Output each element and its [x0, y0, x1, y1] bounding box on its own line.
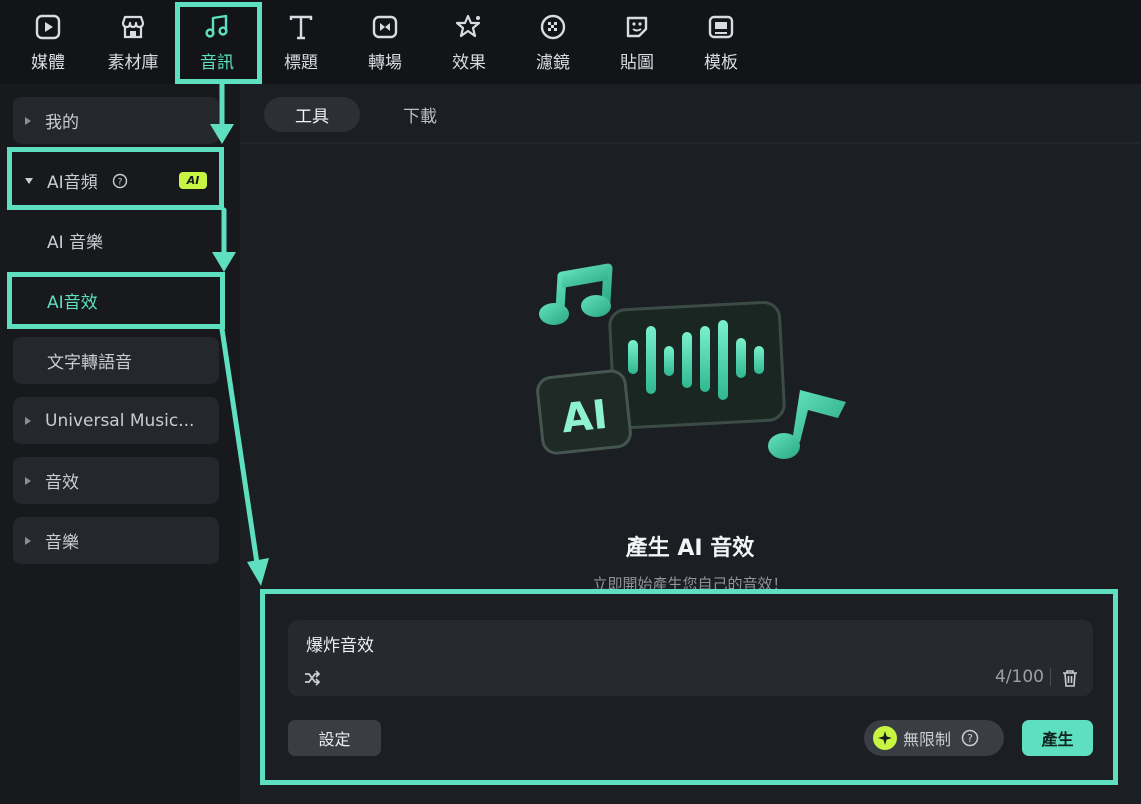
- sidebar-item-ai-music[interactable]: AI 音樂: [13, 217, 219, 264]
- sidebar-item-mine[interactable]: 我的: [13, 97, 219, 144]
- transition-icon: [370, 12, 400, 42]
- sidebar-item-label: 文字轉語音: [47, 353, 132, 373]
- svg-text:?: ?: [117, 177, 122, 187]
- help-icon[interactable]: ?: [961, 729, 979, 747]
- sidebar-item-ai-audio[interactable]: AI音頻 ? AI: [13, 157, 219, 204]
- tab-label: 工具: [295, 107, 329, 127]
- ai-badge: AI: [179, 172, 207, 189]
- sidebar-item-label: 我的: [45, 113, 79, 133]
- page-subtitle: 立即開始產生您自己的音效！: [592, 575, 788, 591]
- ai-sfx-illustration: AI: [530, 262, 852, 468]
- filter-icon: [538, 12, 568, 42]
- tab-label: 下載: [403, 107, 437, 127]
- shuffle-icon[interactable]: [302, 668, 322, 688]
- waveform-card: [608, 300, 786, 430]
- toolbar-label: 濾鏡: [536, 53, 570, 73]
- tab-tools[interactable]: 工具: [264, 97, 360, 132]
- caret-right-icon: [25, 476, 31, 485]
- sidebar-item-label: AI音頻: [47, 173, 98, 193]
- effects-star-icon: [454, 12, 484, 42]
- top-toolbar: 媒體 素材庫 音訊 標題 轉場 效果 濾鏡 貼圖 模板: [0, 0, 1141, 84]
- toolbar-item-effects[interactable]: 效果: [448, 0, 490, 84]
- toolbar-label: 轉場: [368, 53, 402, 73]
- sidebar-item-label: 音效: [45, 473, 79, 493]
- sidebar-item-label: 音樂: [45, 533, 79, 553]
- prompt-input[interactable]: 爆炸音效: [306, 631, 374, 656]
- divider: [240, 142, 1141, 144]
- sidebar-item-label: Universal Music...: [45, 410, 195, 431]
- music-note-icon: [202, 12, 232, 42]
- sidebar-item-ai-sfx[interactable]: AI音效: [13, 277, 219, 324]
- sidebar-item-sound-effects[interactable]: 音效: [13, 457, 219, 504]
- sticker-icon: [622, 12, 652, 42]
- toolbar-item-stickers[interactable]: 貼圖: [616, 0, 658, 84]
- trash-icon[interactable]: [1061, 668, 1079, 688]
- toolbar-label: 音訊: [200, 53, 234, 73]
- sidebar-item-music[interactable]: 音樂: [13, 517, 219, 564]
- toolbar-item-transitions[interactable]: 轉場: [364, 0, 406, 84]
- sparkle-icon: [873, 726, 897, 750]
- ai-tile: AI: [536, 369, 632, 455]
- caret-right-icon: [25, 116, 31, 125]
- sidebar-item-label: AI音效: [47, 293, 98, 313]
- toolbar-label: 模板: [704, 53, 738, 73]
- caret-down-icon: [25, 177, 33, 184]
- unlimited-label: 無限制: [903, 730, 952, 749]
- ai-tile-label: AI: [559, 392, 609, 443]
- sidebar-item-universal-music[interactable]: Universal Music...: [13, 397, 219, 444]
- prompt-input-box[interactable]: [288, 620, 1093, 696]
- toolbar-item-media[interactable]: 媒體: [27, 0, 69, 84]
- music-note-icon: [539, 263, 613, 325]
- toolbar-label: 貼圖: [620, 53, 654, 73]
- text-t-icon: [286, 12, 316, 42]
- generate-button[interactable]: 產生: [1022, 720, 1093, 756]
- toolbar-label: 效果: [452, 53, 486, 73]
- toolbar-label: 素材庫: [107, 53, 159, 73]
- settings-button[interactable]: 設定: [288, 720, 381, 756]
- toolbar-label: 標題: [284, 53, 318, 73]
- toolbar-item-audio[interactable]: 音訊: [196, 0, 238, 84]
- store-icon: [118, 12, 148, 42]
- unlimited-credits-pill[interactable]: 無限制 ?: [864, 720, 1004, 756]
- help-icon[interactable]: ?: [112, 173, 128, 189]
- toolbar-item-filters[interactable]: 濾鏡: [532, 0, 574, 84]
- page-title: 產生 AI 音效: [625, 536, 755, 561]
- toolbar-label: 媒體: [31, 53, 65, 73]
- tab-downloads[interactable]: 下載: [380, 97, 460, 132]
- sidebar-item-label: AI 音樂: [47, 233, 104, 253]
- divider: [1050, 668, 1051, 686]
- sidebar-item-text-to-speech[interactable]: 文字轉語音: [13, 337, 219, 384]
- caret-right-icon: [25, 536, 31, 545]
- template-icon: [706, 12, 736, 42]
- caret-right-icon: [25, 416, 31, 425]
- toolbar-item-store[interactable]: 素材庫: [104, 0, 162, 84]
- toolbar-item-titles[interactable]: 標題: [280, 0, 322, 84]
- char-counter: 4/100: [995, 667, 1044, 687]
- svg-text:?: ?: [967, 732, 973, 745]
- media-icon: [33, 12, 63, 42]
- toolbar-item-templates[interactable]: 模板: [700, 0, 742, 84]
